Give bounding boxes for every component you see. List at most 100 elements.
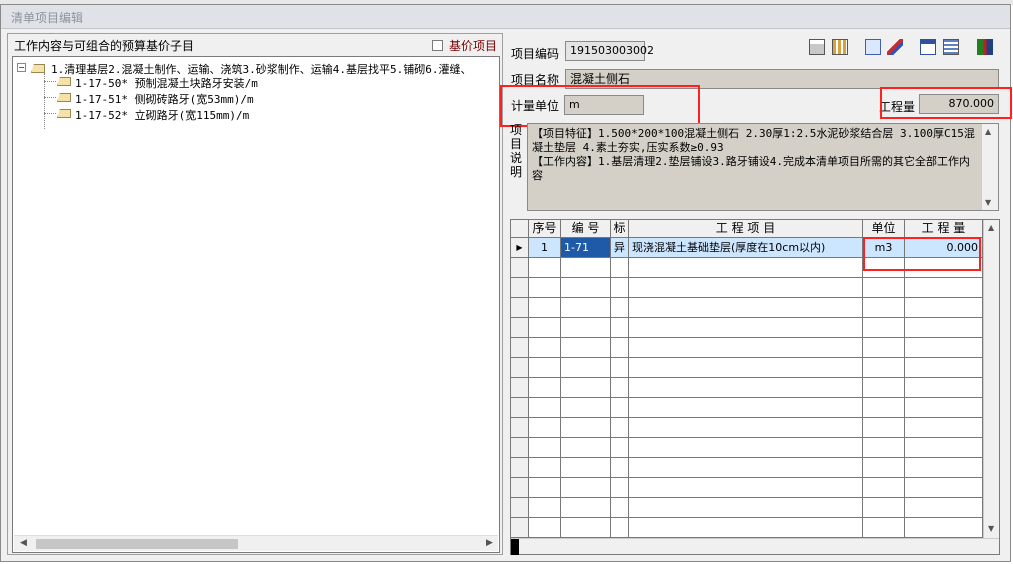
grid-empty-cell[interactable] bbox=[561, 318, 611, 338]
scroll-up-icon[interactable]: ▲ bbox=[985, 127, 991, 136]
calculator-icon[interactable] bbox=[809, 39, 825, 55]
grid-empty-cell[interactable] bbox=[561, 298, 611, 318]
grid-empty-cell[interactable] bbox=[863, 378, 905, 398]
grid-empty-cell[interactable] bbox=[863, 498, 905, 518]
grid-empty-cell[interactable] bbox=[629, 478, 863, 498]
grid-empty-cell[interactable] bbox=[611, 418, 629, 438]
scroll-left-icon[interactable]: ◀ bbox=[20, 538, 27, 548]
grid-empty-cell[interactable] bbox=[611, 438, 629, 458]
grid-empty-cell[interactable] bbox=[529, 338, 561, 358]
grid-empty-cell[interactable] bbox=[629, 518, 863, 538]
grid-empty-cell[interactable] bbox=[905, 318, 983, 338]
grid-empty-cell[interactable] bbox=[529, 258, 561, 278]
grid-empty-cell[interactable] bbox=[511, 398, 529, 418]
col-header-seq[interactable]: 序号 bbox=[529, 220, 561, 238]
grid-empty-cell[interactable] bbox=[561, 358, 611, 378]
grid-empty-cell[interactable] bbox=[905, 398, 983, 418]
grid-empty-cell[interactable] bbox=[611, 278, 629, 298]
grid-empty-cell[interactable] bbox=[863, 478, 905, 498]
code-field[interactable]: 191503003002 bbox=[565, 41, 654, 61]
grid-empty-cell[interactable] bbox=[529, 418, 561, 438]
grid-empty-cell[interactable] bbox=[629, 278, 863, 298]
edit-icon[interactable] bbox=[887, 39, 903, 55]
grid-empty-cell[interactable] bbox=[529, 478, 561, 498]
grid-empty-cell[interactable] bbox=[511, 478, 529, 498]
grid-empty-cell[interactable] bbox=[629, 378, 863, 398]
grid-empty-cell[interactable] bbox=[529, 278, 561, 298]
grid-empty-cell[interactable] bbox=[863, 338, 905, 358]
col-header-qty[interactable]: 工 程 量 bbox=[905, 220, 983, 238]
grid-vertical-scrollbar[interactable]: ▲ ▼ bbox=[983, 220, 999, 538]
grid-empty-cell[interactable] bbox=[611, 518, 629, 538]
grid-empty-cell[interactable] bbox=[905, 498, 983, 518]
grid-empty-cell[interactable] bbox=[511, 418, 529, 438]
grid-empty-cell[interactable] bbox=[629, 338, 863, 358]
grid-empty-cell[interactable] bbox=[905, 418, 983, 438]
grid-empty-cell[interactable] bbox=[863, 358, 905, 378]
grid-empty-cell[interactable] bbox=[863, 298, 905, 318]
base-price-checkbox[interactable] bbox=[432, 40, 443, 51]
grid-empty-cell[interactable] bbox=[629, 418, 863, 438]
grid-empty-cell[interactable] bbox=[561, 518, 611, 538]
window-icon[interactable] bbox=[920, 39, 936, 55]
grid-empty-cell[interactable] bbox=[561, 258, 611, 278]
grid-empty-cell[interactable] bbox=[863, 458, 905, 478]
grid-empty-cell[interactable] bbox=[611, 458, 629, 478]
tree-child-item[interactable]: 1-17-52* 立砌路牙(宽115mm)/m bbox=[75, 107, 249, 123]
sub-item-tree[interactable]: − 1.清理基层2.混凝土制作、运输、浇筑3.砂浆制作、运输4.基层找平5.铺砌… bbox=[12, 56, 500, 553]
grid-empty-cell[interactable] bbox=[511, 258, 529, 278]
cell-flag[interactable]: 异 bbox=[611, 238, 629, 258]
grid-icon[interactable] bbox=[832, 39, 848, 55]
grid-empty-cell[interactable] bbox=[511, 438, 529, 458]
grid-empty-cell[interactable] bbox=[561, 458, 611, 478]
grid-empty-cell[interactable] bbox=[561, 278, 611, 298]
grid-empty-cell[interactable] bbox=[905, 358, 983, 378]
grid-empty-cell[interactable] bbox=[511, 458, 529, 478]
grid-empty-cell[interactable] bbox=[905, 378, 983, 398]
tree-child-item[interactable]: 1-17-50* 预制混凝土块路牙安装/m bbox=[75, 75, 258, 91]
grid-empty-cell[interactable] bbox=[611, 318, 629, 338]
grid-empty-cell[interactable] bbox=[561, 398, 611, 418]
grid-empty-cell[interactable] bbox=[863, 318, 905, 338]
col-header-item[interactable]: 工 程 项 目 bbox=[629, 220, 863, 238]
tree-horizontal-scrollbar[interactable]: ◀ ▶ bbox=[14, 535, 498, 551]
grid-empty-cell[interactable] bbox=[561, 498, 611, 518]
grid-empty-cell[interactable] bbox=[863, 398, 905, 418]
grid-empty-cell[interactable] bbox=[611, 498, 629, 518]
grid-empty-cell[interactable] bbox=[511, 298, 529, 318]
grid-horizontal-scrollbar[interactable] bbox=[511, 538, 999, 555]
grid-empty-cell[interactable] bbox=[511, 518, 529, 538]
cell-item[interactable]: 现浇混凝土基础垫层(厚度在10cm以内) bbox=[629, 238, 863, 258]
exit-icon[interactable] bbox=[977, 39, 993, 55]
description-scrollbar[interactable]: ▲ ▼ bbox=[981, 124, 998, 210]
grid-empty-cell[interactable] bbox=[629, 318, 863, 338]
grid-empty-cell[interactable] bbox=[529, 398, 561, 418]
grid-empty-cell[interactable] bbox=[529, 298, 561, 318]
grid-empty-cell[interactable] bbox=[511, 278, 529, 298]
grid-empty-cell[interactable] bbox=[863, 438, 905, 458]
grid-empty-cell[interactable] bbox=[529, 518, 561, 538]
scroll-up-icon[interactable]: ▲ bbox=[988, 223, 994, 232]
grid-empty-cell[interactable] bbox=[629, 298, 863, 318]
grid-empty-cell[interactable] bbox=[561, 478, 611, 498]
col-header-flag[interactable]: 标 bbox=[611, 220, 629, 238]
tree-child-item[interactable]: 1-17-51* 侧砌砖路牙(宽53mm)/m bbox=[75, 91, 254, 107]
grid-empty-cell[interactable] bbox=[629, 258, 863, 278]
grid-empty-cell[interactable] bbox=[511, 378, 529, 398]
grid-empty-cell[interactable] bbox=[529, 358, 561, 378]
grid-empty-cell[interactable] bbox=[561, 418, 611, 438]
grid-empty-cell[interactable] bbox=[611, 378, 629, 398]
scroll-down-icon[interactable]: ▼ bbox=[985, 198, 991, 207]
grid-empty-cell[interactable] bbox=[905, 458, 983, 478]
grid-empty-cell[interactable] bbox=[611, 338, 629, 358]
scroll-down-icon[interactable]: ▼ bbox=[988, 524, 994, 533]
scroll-thumb[interactable] bbox=[511, 539, 519, 555]
grid-empty-cell[interactable] bbox=[611, 478, 629, 498]
grid-empty-cell[interactable] bbox=[529, 458, 561, 478]
grid-empty-cell[interactable] bbox=[611, 258, 629, 278]
grid-empty-cell[interactable] bbox=[629, 458, 863, 478]
grid-empty-cell[interactable] bbox=[611, 398, 629, 418]
grid-empty-cell[interactable] bbox=[863, 518, 905, 538]
base-price-checkbox-label[interactable]: 基价项目 bbox=[449, 37, 497, 54]
description-box[interactable]: 【项目特征】1.500*200*100混凝土侧石 2.30厚1:2.5水泥砂浆结… bbox=[527, 123, 999, 211]
